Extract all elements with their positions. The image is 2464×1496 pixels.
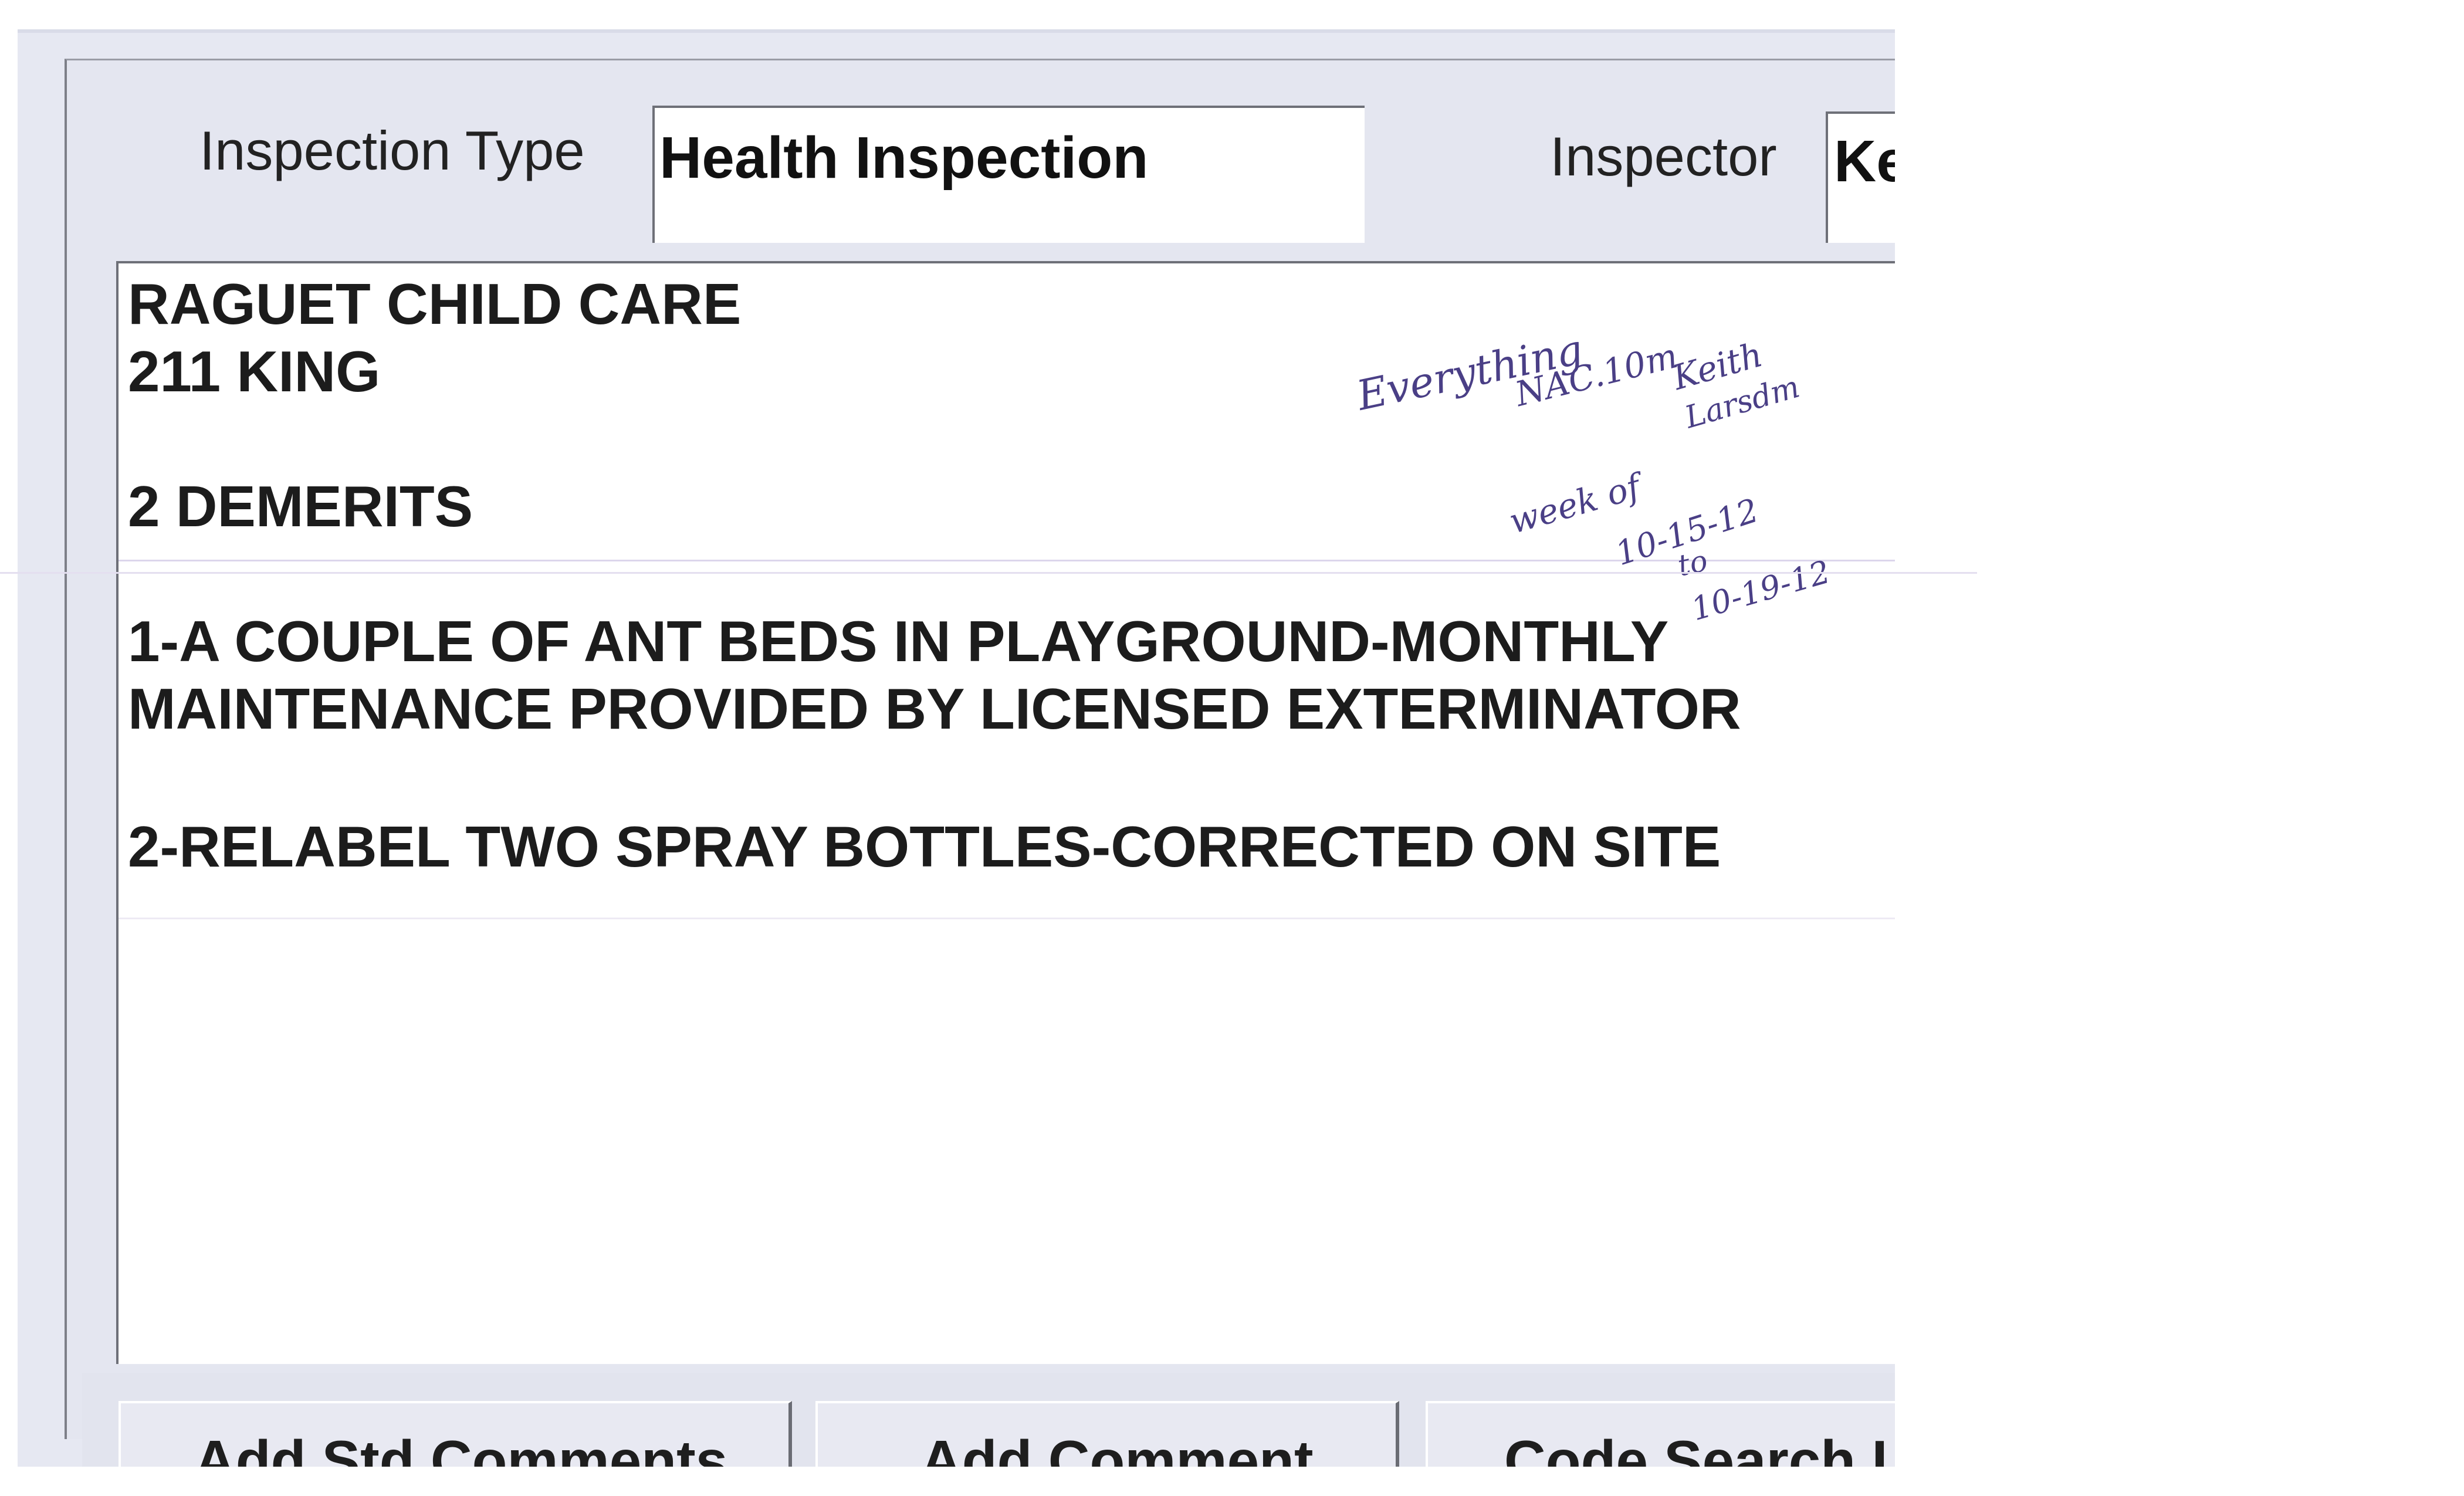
- inspection-type-value: Health Inspection: [659, 125, 1149, 191]
- code-search-button[interactable]: Code Search Li: [1426, 1401, 1895, 1467]
- handwritten-line: to: [1674, 543, 1711, 583]
- comment-line-facility-name: RAGUET CHILD CARE: [128, 272, 742, 336]
- comment-line-demerits: 2 DEMERITS: [128, 474, 473, 539]
- comment-line-item-2: 2-RELABEL TWO SPRAY BOTTLES-CORRECTED ON…: [128, 814, 1721, 879]
- scanned-page: Inspection Type Health Inspection Inspec…: [0, 0, 2464, 1496]
- scan-artifact-line: [0, 572, 1977, 574]
- window-top-edge: [18, 29, 1895, 33]
- inspector-value: Ke: [1834, 128, 1895, 194]
- scan-margin: [1895, 0, 2464, 1496]
- comment-line-address: 211 KING: [128, 339, 381, 404]
- add-comment-label: Add Comment: [920, 1429, 1314, 1467]
- code-search-label: Code Search Li: [1504, 1429, 1895, 1467]
- inspection-type-label: Inspection Type: [199, 120, 585, 181]
- add-std-comments-label: Add Std Comments: [194, 1429, 728, 1467]
- handwritten-line: 10-19-12: [1687, 553, 1835, 628]
- add-comment-button[interactable]: Add Comment: [815, 1401, 1399, 1467]
- inspection-type-field[interactable]: Health Inspection: [652, 106, 1365, 243]
- add-std-comments-button[interactable]: Add Std Comments: [119, 1401, 792, 1467]
- inspector-label: Inspector: [1550, 126, 1777, 187]
- handwritten-line: week of: [1505, 466, 1645, 542]
- comment-line-item-1-continued: MAINTENANCE PROVIDED BY LICENSED EXTERMI…: [128, 676, 1741, 741]
- scan-artifact-line: [119, 918, 1895, 919]
- inspector-field[interactable]: Ke: [1826, 111, 1895, 243]
- handwritten-note: Everything NAC.10m Keith Larsdm week of …: [1338, 293, 1895, 657]
- inspection-window: Inspection Type Health Inspection Inspec…: [18, 29, 1895, 1467]
- button-bar: Add Std Comments Add Comment Code Search…: [82, 1373, 1895, 1467]
